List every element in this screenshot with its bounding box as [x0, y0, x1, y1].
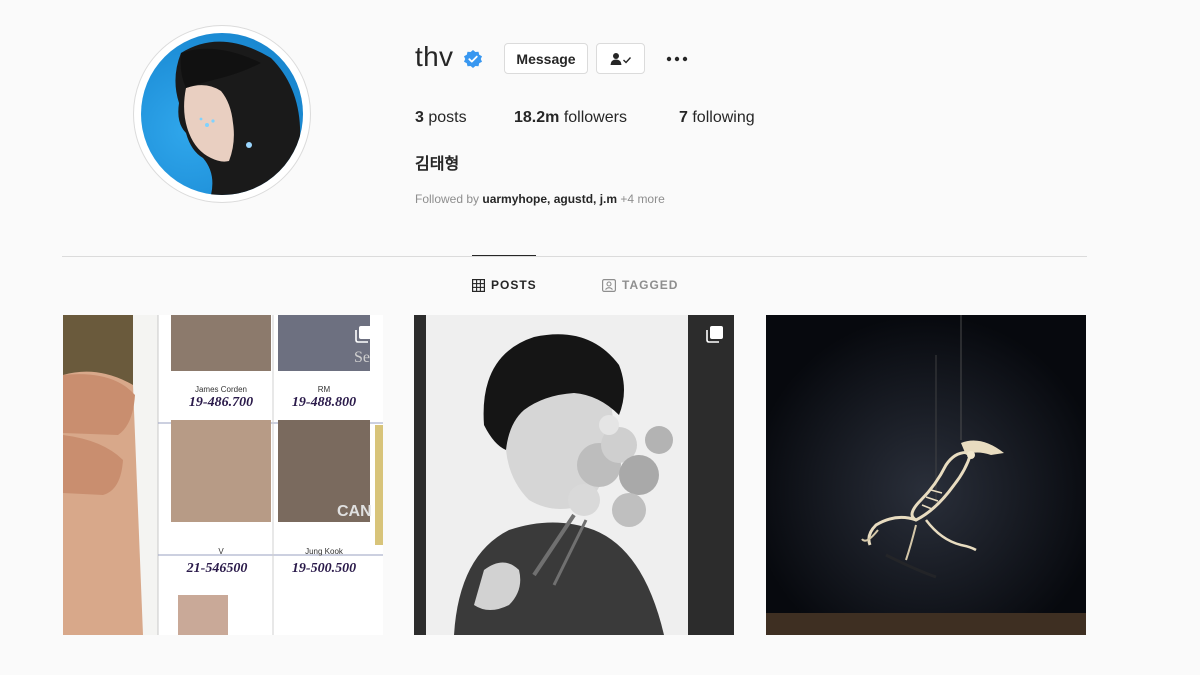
tabs-divider [62, 256, 1087, 257]
more-options-button[interactable] [664, 48, 690, 70]
multiple-photos-icon [706, 326, 723, 343]
background-text-can: CAN [337, 503, 372, 520]
tab-tagged-label: TAGGED [622, 278, 679, 292]
followers-count-label: followers [563, 109, 627, 126]
profile-username: thv [415, 41, 454, 72]
number-3: 21-546500 [186, 561, 248, 576]
post-2-image [414, 315, 734, 635]
profile-avatar[interactable] [141, 33, 303, 195]
number-2: 19-488.800 [291, 395, 357, 410]
following-button[interactable] [596, 43, 645, 74]
following-count-label: following [692, 109, 755, 126]
tab-posts-label: POSTS [491, 278, 537, 292]
post-thumbnail-3[interactable] [766, 315, 1086, 635]
number-4: 19-500.500 [291, 561, 357, 576]
posts-count: 3 posts [415, 109, 467, 127]
followed-by-prefix: Followed by [415, 192, 480, 206]
multiple-photos-icon [355, 326, 372, 343]
followers-link[interactable]: 18.2m followers [514, 109, 627, 127]
followed-by-more: +4 more [620, 192, 665, 206]
following-link[interactable]: 7 following [679, 109, 755, 127]
verified-badge-icon [464, 50, 482, 68]
grid-icon [472, 278, 485, 292]
posts-count-value: 3 [415, 109, 424, 126]
background-text-se: Se [354, 349, 370, 366]
more-options-icon [666, 56, 688, 62]
profile-full-name: 김태형 [415, 156, 460, 173]
post-thumbnail-1[interactable]: James Corden RM 19-486.700 19-488.800 V … [63, 315, 383, 635]
avatar-portrait-image [175, 41, 301, 195]
following-count-value: 7 [679, 109, 688, 126]
following-person-check-icon [610, 52, 631, 65]
followed-by-text[interactable]: Followed by uarmyhope, agustd, j.m +4 mo… [415, 192, 665, 206]
posts-count-label: posts [428, 109, 467, 126]
post-3-image [766, 315, 1086, 635]
tab-tagged[interactable]: TAGGED [602, 278, 678, 292]
post-1-image [63, 315, 383, 635]
followers-count-value: 18.2m [514, 109, 560, 126]
name-card-james-corden: James Corden [194, 385, 248, 394]
message-button[interactable]: Message [504, 43, 588, 74]
name-card-rm: RM [317, 385, 331, 394]
active-tab-indicator [472, 255, 536, 256]
post-thumbnail-2[interactable] [414, 315, 734, 635]
number-1: 19-486.700 [188, 395, 254, 410]
tab-posts[interactable]: POSTS [472, 278, 537, 292]
profile-header: thv Message 3 posts 18.2m followers 7 fo… [0, 0, 1200, 240]
followed-by-names: uarmyhope, agustd, j.m [482, 192, 618, 206]
name-card-jung-kook: Jung Kook [305, 547, 343, 556]
name-card-v: V [218, 547, 224, 556]
tagged-icon [602, 278, 616, 292]
profile-avatar-ring[interactable] [133, 25, 311, 203]
